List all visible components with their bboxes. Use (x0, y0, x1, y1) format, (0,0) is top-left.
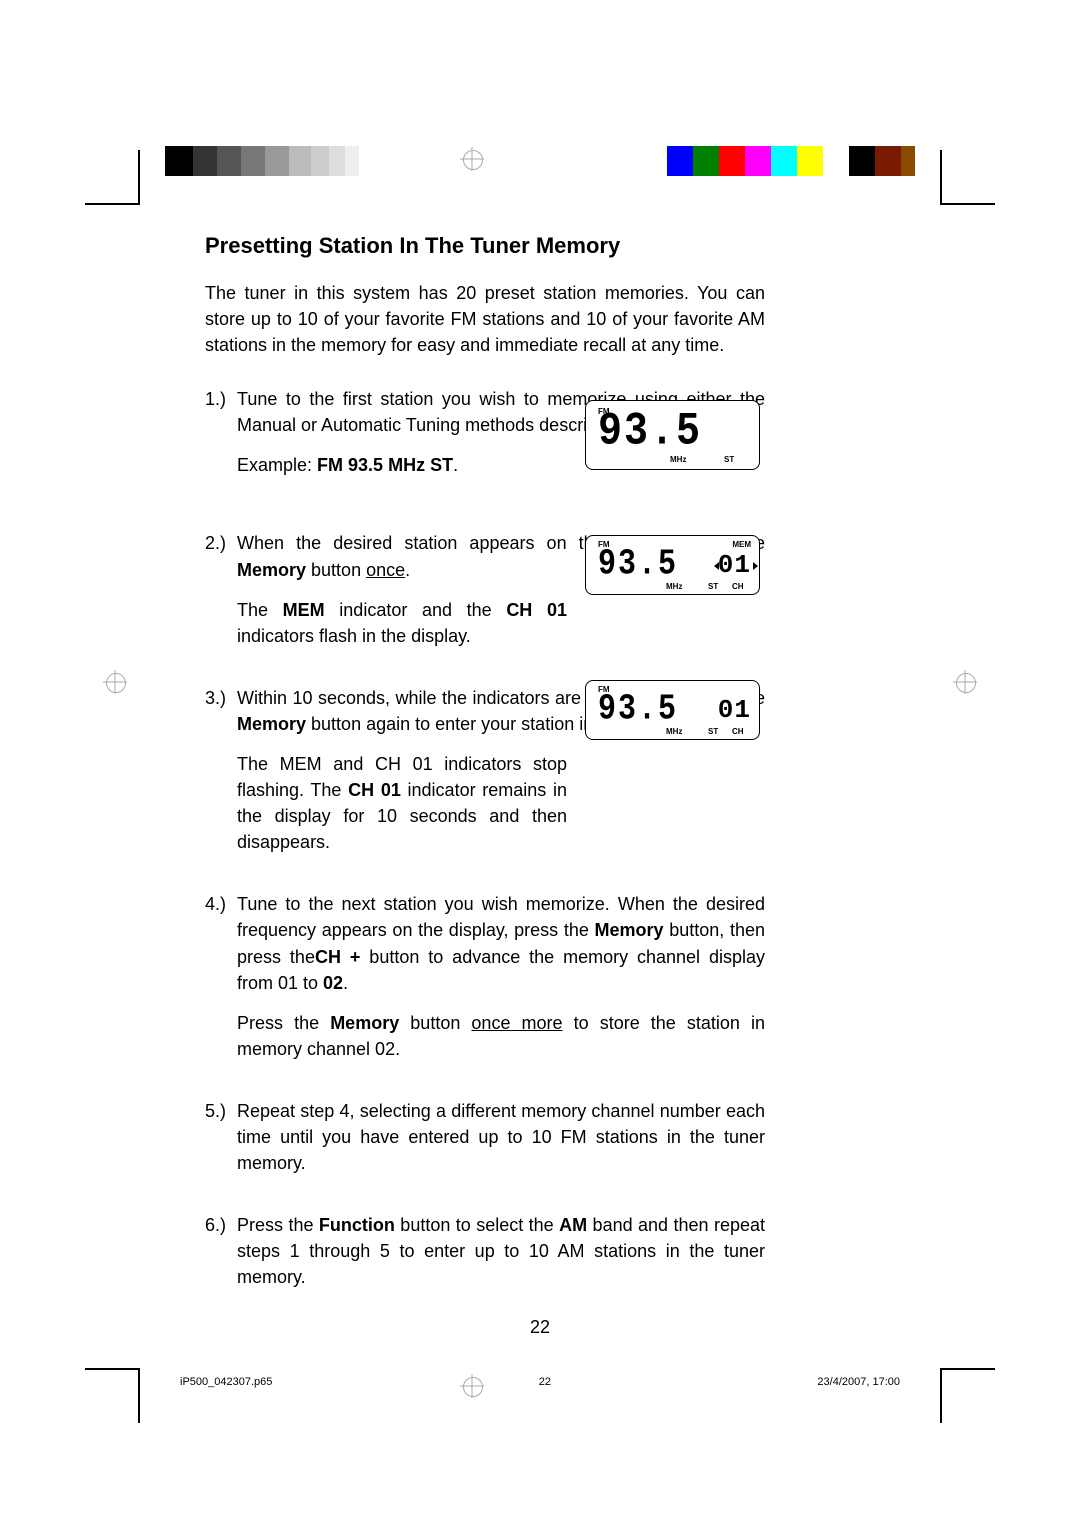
text: indicator and the (325, 600, 507, 620)
crop-mark (940, 150, 995, 205)
step-number: 4.) (205, 891, 237, 1076)
ch-plus-button-label: CH + (315, 947, 360, 967)
text: button (306, 560, 366, 580)
text: . (453, 455, 458, 475)
page-number: 22 (0, 1317, 1080, 1338)
st-indicator: ST (708, 727, 718, 736)
ch-indicator: CH (732, 582, 744, 591)
footer-datetime: 23/4/2007, 17:00 (817, 1376, 900, 1388)
mhz-indicator: MHz (666, 727, 682, 736)
emphasis-once-more: once more (471, 1013, 562, 1033)
mhz-indicator: MHz (666, 582, 682, 591)
text: . (343, 973, 348, 993)
text: button to select the (395, 1215, 559, 1235)
st-indicator: ST (724, 455, 734, 464)
channel-02-label: 02 (323, 973, 343, 993)
crop-mark (940, 1368, 995, 1423)
step-5: 5.) Repeat step 4, selecting a different… (205, 1098, 765, 1190)
right-arrow-icon (753, 562, 758, 570)
page: Presetting Station In The Tuner Memory T… (0, 0, 1080, 1528)
st-indicator: ST (708, 582, 718, 591)
step-number: 6.) (205, 1212, 237, 1304)
step-number: 3.) (205, 685, 237, 870)
channel-value: 01 (718, 695, 751, 725)
document-body: Presetting Station In The Tuner Memory T… (205, 230, 765, 1327)
left-arrow-icon (714, 562, 719, 570)
lcd-display-3: FM 93.5 01 MHz ST CH (585, 680, 760, 740)
footer: iP500_042307.p65 22 23/4/2007, 17:00 (180, 1376, 900, 1388)
memory-button-label: Memory (237, 714, 306, 734)
frequency-value: 93.5 (598, 547, 678, 583)
text: Press the (237, 1215, 319, 1235)
text: The (237, 600, 283, 620)
memory-button-label: Memory (330, 1013, 399, 1033)
step-number: 1.) (205, 386, 237, 492)
footer-file: iP500_042307.p65 (180, 1376, 272, 1388)
text: Example: (237, 455, 317, 475)
step-text: The MEM and CH 01 indicators stop flashi… (237, 751, 567, 855)
am-band-label: AM (559, 1215, 587, 1235)
memory-button-label: Memory (237, 560, 306, 580)
color-calibration-strip (165, 146, 915, 176)
lcd-display-2: FM MEM 93.5 01 MHz ST CH (585, 535, 760, 595)
registration-mark-icon (103, 670, 127, 694)
frequency-value: 93.5 (598, 692, 678, 728)
registration-mark-icon (953, 670, 977, 694)
crop-mark (85, 1368, 140, 1423)
emphasis-once: once (366, 560, 405, 580)
function-button-label: Function (319, 1215, 395, 1235)
ch01-indicator-label: CH 01 (348, 780, 401, 800)
step-text: Example: FM 93.5 MHz ST. (237, 452, 547, 478)
text: indicators flash in the display. (237, 626, 471, 646)
lcd-display-1: FM 93.5 MHz ST (585, 400, 760, 470)
footer-page: 22 (539, 1376, 551, 1388)
frequency-value: 93.5 (598, 410, 702, 456)
step-6: 6.) Press the Function button to select … (205, 1212, 765, 1304)
step-text: Repeat step 4, selecting a different mem… (237, 1098, 765, 1176)
step-text: Press the Memory button once more to sto… (237, 1010, 765, 1062)
mhz-indicator: MHz (670, 455, 686, 464)
crop-mark (85, 150, 140, 205)
text: . (405, 560, 410, 580)
step-text: The MEM indicator and the CH 01 indicato… (237, 597, 567, 649)
step-text: Press the Function button to select the … (237, 1212, 765, 1290)
ch01-indicator-label: CH 01 (506, 600, 567, 620)
example-value: FM 93.5 MHz ST (317, 455, 453, 475)
mem-indicator-label: MEM (283, 600, 325, 620)
memory-button-label: Memory (595, 920, 664, 940)
step-4: 4.) Tune to the next station you wish me… (205, 891, 765, 1076)
mem-indicator: MEM (732, 540, 751, 549)
step-number: 5.) (205, 1098, 237, 1190)
text: button (399, 1013, 471, 1033)
step-text: Tune to the next station you wish memori… (237, 891, 765, 995)
text: Press the (237, 1013, 330, 1033)
section-title: Presetting Station In The Tuner Memory (205, 230, 765, 262)
intro-paragraph: The tuner in this system has 20 preset s… (205, 280, 765, 358)
ch-indicator: CH (732, 727, 744, 736)
step-number: 2.) (205, 530, 237, 662)
channel-value: 01 (718, 550, 751, 580)
